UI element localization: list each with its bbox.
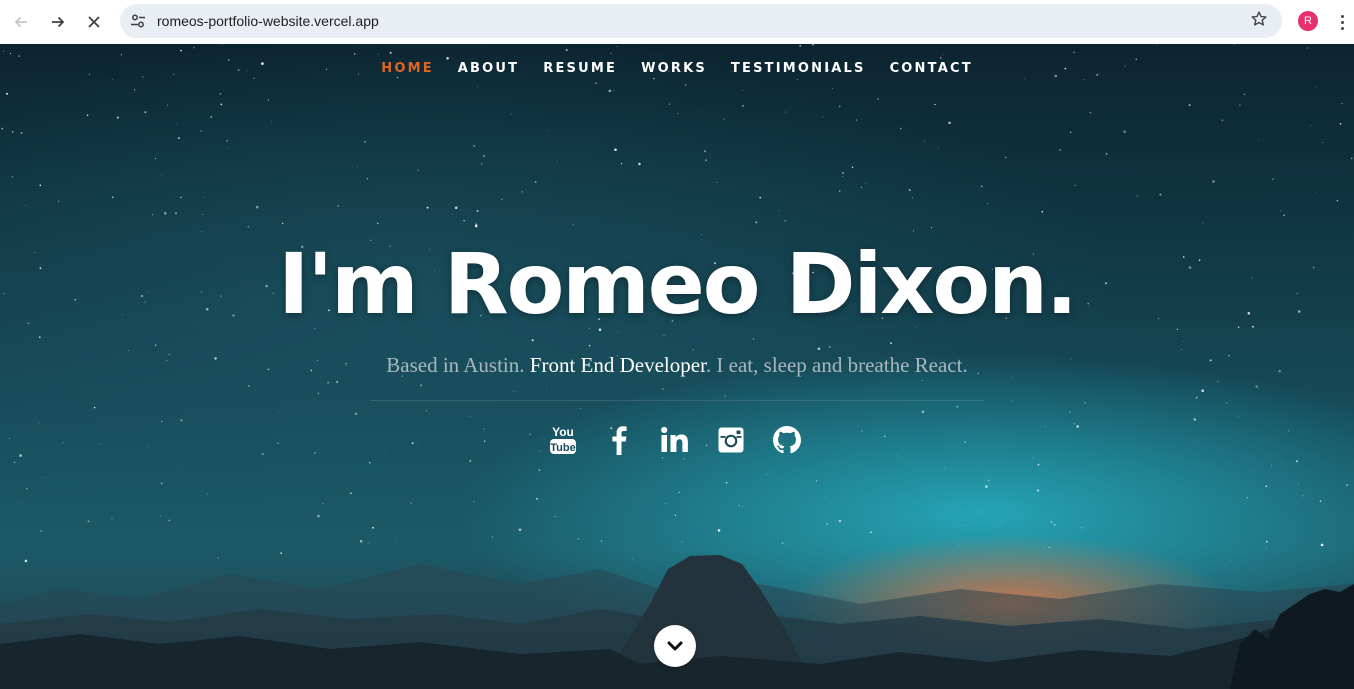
close-icon bbox=[88, 16, 100, 28]
main-navigation: HOME ABOUT RESUME WORKS TESTIMONIALS CON… bbox=[0, 60, 1354, 80]
instagram-icon bbox=[718, 427, 744, 453]
social-links: You Tube bbox=[0, 422, 1352, 458]
linkedin-link[interactable] bbox=[658, 422, 693, 458]
forward-button[interactable] bbox=[45, 9, 71, 35]
arrow-right-icon bbox=[52, 16, 65, 28]
star-outline-icon bbox=[1251, 11, 1267, 26]
tagline-prefix: Based in Austin. bbox=[386, 353, 530, 377]
address-bar[interactable]: romeos-portfolio-website.vercel.app bbox=[120, 4, 1282, 38]
back-button[interactable] bbox=[8, 9, 34, 35]
chevron-down-icon bbox=[667, 641, 683, 651]
url-text[interactable]: romeos-portfolio-website.vercel.app bbox=[157, 13, 379, 29]
youtube-icon: You Tube bbox=[550, 425, 576, 454]
svg-text:Tube: Tube bbox=[550, 442, 575, 454]
nav-item-about[interactable]: ABOUT bbox=[446, 60, 531, 80]
nav-list: HOME ABOUT RESUME WORKS TESTIMONIALS CON… bbox=[369, 60, 985, 80]
browser-menu-button[interactable] bbox=[1334, 10, 1350, 34]
arrow-left-icon bbox=[14, 16, 27, 28]
instagram-link[interactable] bbox=[714, 422, 749, 458]
nav-item-contact[interactable]: CONTACT bbox=[878, 60, 985, 80]
hero-tagline: Based in Austin. Front End Developer. I … bbox=[0, 352, 1354, 378]
github-link[interactable] bbox=[770, 422, 805, 458]
github-icon bbox=[773, 426, 801, 454]
stop-loading-button[interactable] bbox=[81, 9, 107, 35]
nav-item-home[interactable]: HOME bbox=[369, 60, 446, 80]
hero-headline: I'm Romeo Dixon. bbox=[278, 235, 1078, 333]
hero-divider bbox=[370, 400, 984, 401]
profile-avatar[interactable]: R bbox=[1298, 11, 1318, 31]
tune-icon bbox=[131, 14, 145, 28]
site-info-button[interactable] bbox=[128, 11, 148, 31]
linkedin-icon bbox=[661, 426, 688, 452]
nav-item-works[interactable]: WORKS bbox=[629, 60, 719, 80]
hero-section: HOME ABOUT RESUME WORKS TESTIMONIALS CON… bbox=[0, 44, 1354, 689]
svg-text:You: You bbox=[552, 425, 574, 439]
nav-item-testimonials[interactable]: TESTIMONIALS bbox=[719, 60, 878, 80]
scroll-down-button[interactable] bbox=[654, 625, 696, 667]
youtube-link[interactable]: You Tube bbox=[546, 422, 581, 458]
nav-item-resume[interactable]: RESUME bbox=[531, 60, 629, 80]
browser-toolbar: romeos-portfolio-website.vercel.app R bbox=[0, 0, 1354, 44]
facebook-link[interactable] bbox=[602, 422, 637, 458]
tagline-suffix: . I eat, sleep and breathe React. bbox=[705, 353, 968, 377]
facebook-icon bbox=[612, 426, 627, 455]
bookmark-star-button[interactable] bbox=[1250, 10, 1268, 33]
tagline-role: Front End Developer bbox=[529, 353, 706, 377]
